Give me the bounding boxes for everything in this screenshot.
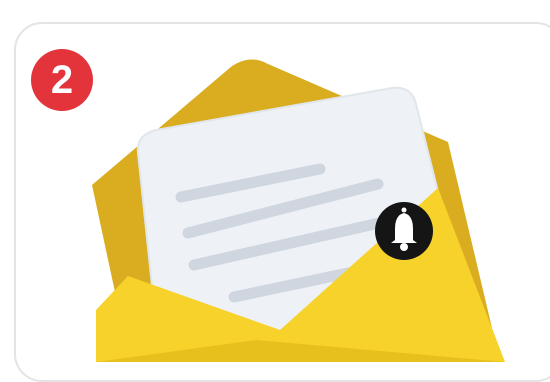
- step-number-badge: 2: [31, 49, 93, 111]
- envelope-illustration: [92, 59, 505, 362]
- bell-icon: [375, 202, 433, 260]
